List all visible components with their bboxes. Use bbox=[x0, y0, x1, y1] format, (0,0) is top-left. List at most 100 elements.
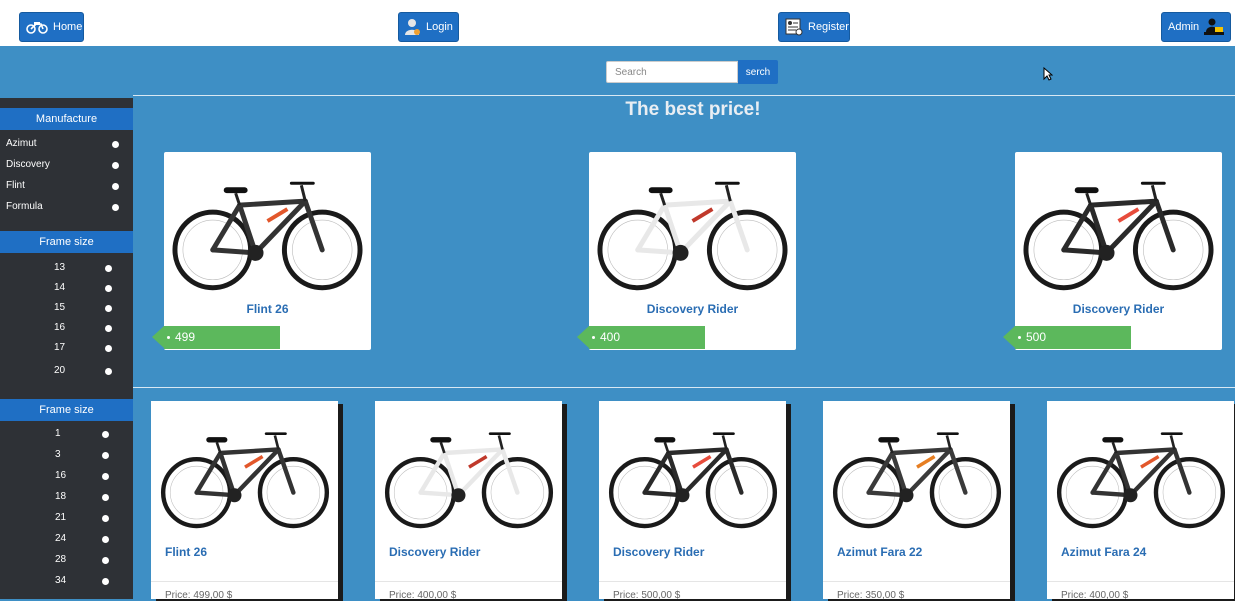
search-bar: serch bbox=[606, 60, 778, 84]
radio-dot-icon[interactable] bbox=[105, 345, 112, 352]
user-icon bbox=[405, 18, 421, 36]
filter-option[interactable]: 28 bbox=[0, 551, 133, 571]
product-title[interactable]: Discovery Rider bbox=[389, 545, 480, 559]
filter-option[interactable]: 16 bbox=[0, 319, 133, 339]
radio-dot-icon[interactable] bbox=[112, 183, 119, 190]
filter-option[interactable]: 15 bbox=[0, 299, 133, 319]
product-card[interactable]: Azimut Fara 24 Price: 400,00 $ bbox=[1047, 401, 1234, 601]
product-title[interactable]: Discovery Rider bbox=[1015, 302, 1222, 316]
frame-size-header: Frame size bbox=[0, 399, 133, 421]
product-title[interactable]: Flint 26 bbox=[164, 302, 371, 316]
radio-dot-icon[interactable] bbox=[112, 141, 119, 148]
section-divider bbox=[133, 387, 1235, 388]
bicycle-image bbox=[381, 415, 557, 535]
product-card[interactable]: Discovery Rider Price: 500,00 $ bbox=[599, 401, 786, 601]
filter-option[interactable]: 20 bbox=[0, 362, 133, 382]
filter-option[interactable]: Flint bbox=[0, 177, 133, 197]
product-title[interactable]: Flint 26 bbox=[165, 545, 207, 559]
radio-dot-icon[interactable] bbox=[102, 557, 109, 564]
radio-dot-icon[interactable] bbox=[102, 578, 109, 585]
register-button[interactable]: Register bbox=[778, 12, 850, 42]
product-price: Price: 350,00 $ bbox=[837, 590, 905, 601]
radio-dot-icon[interactable] bbox=[112, 204, 119, 211]
radio-dot-icon[interactable] bbox=[102, 536, 109, 543]
bicycle-image bbox=[593, 160, 792, 300]
home-label: Home bbox=[53, 21, 83, 33]
login-label: Login bbox=[426, 21, 453, 33]
bicycle-image bbox=[168, 160, 367, 300]
motorbike-icon bbox=[26, 20, 48, 34]
frame-size-header: Frame size bbox=[0, 231, 133, 253]
product-title[interactable]: Discovery Rider bbox=[589, 302, 796, 316]
search-input[interactable] bbox=[606, 61, 738, 83]
filter-option[interactable]: 24 bbox=[0, 530, 133, 550]
filter-option[interactable]: 34 bbox=[0, 572, 133, 592]
radio-dot-icon[interactable] bbox=[105, 265, 112, 272]
card-divider bbox=[599, 581, 786, 582]
search-button[interactable]: serch bbox=[738, 60, 778, 84]
manufacture-header: Manufacture bbox=[0, 108, 133, 130]
filter-option[interactable]: 13 bbox=[0, 259, 133, 279]
admin-desk-icon bbox=[1204, 18, 1225, 36]
radio-dot-icon[interactable] bbox=[112, 162, 119, 169]
product-title[interactable]: Discovery Rider bbox=[613, 545, 704, 559]
filter-option[interactable]: 21 bbox=[0, 509, 133, 529]
filter-option[interactable]: 1 bbox=[0, 425, 133, 445]
product-card[interactable]: Flint 26 Price: 499,00 $ bbox=[151, 401, 338, 601]
radio-dot-icon[interactable] bbox=[102, 515, 109, 522]
filter-option[interactable]: 17 bbox=[0, 339, 133, 359]
radio-dot-icon[interactable] bbox=[102, 452, 109, 459]
product-price: Price: 499,00 $ bbox=[165, 590, 233, 601]
bicycle-image bbox=[1053, 415, 1229, 535]
mouse-cursor-icon bbox=[1043, 66, 1054, 85]
filter-option[interactable]: Discovery bbox=[0, 156, 133, 176]
top-navbar: Home Login Register Admin bbox=[0, 0, 1235, 46]
page-headline: The best price! bbox=[625, 99, 761, 120]
section-divider bbox=[133, 95, 1235, 96]
bicycle-image bbox=[829, 415, 1005, 535]
product-price: Price: 400,00 $ bbox=[389, 590, 457, 601]
card-divider bbox=[151, 581, 338, 582]
filter-option[interactable]: 16 bbox=[0, 467, 133, 487]
card-divider bbox=[823, 581, 1010, 582]
product-title[interactable]: Azimut Fara 22 bbox=[837, 545, 922, 559]
featured-product-card[interactable]: Flint 26 499 bbox=[152, 152, 371, 350]
login-button[interactable]: Login bbox=[398, 12, 459, 42]
featured-product-card[interactable]: Discovery Rider 500 bbox=[1003, 152, 1222, 350]
card-divider bbox=[1047, 581, 1234, 582]
home-button[interactable]: Home bbox=[19, 12, 84, 42]
product-price: Price: 500,00 $ bbox=[613, 590, 681, 601]
radio-dot-icon[interactable] bbox=[105, 285, 112, 292]
card-divider bbox=[375, 581, 562, 582]
product-title[interactable]: Azimut Fara 24 bbox=[1061, 545, 1146, 559]
product-card[interactable]: Discovery Rider Price: 400,00 $ bbox=[375, 401, 562, 601]
price-tag: 400 bbox=[577, 326, 705, 349]
filter-option[interactable]: 3 bbox=[0, 446, 133, 466]
filter-sidebar: Manufacture Azimut Discovery Flint Formu… bbox=[0, 98, 133, 599]
price-value: 499 bbox=[175, 330, 196, 344]
admin-button[interactable]: Admin bbox=[1161, 12, 1231, 42]
filter-option[interactable]: Azimut bbox=[0, 135, 133, 155]
bicycle-image bbox=[157, 415, 333, 535]
radio-dot-icon[interactable] bbox=[102, 494, 109, 501]
register-form-icon bbox=[785, 18, 803, 36]
radio-dot-icon[interactable] bbox=[105, 305, 112, 312]
filter-option[interactable]: 18 bbox=[0, 488, 133, 508]
register-label: Register bbox=[808, 21, 849, 33]
product-price: Price: 400,00 $ bbox=[1061, 590, 1129, 601]
filter-option[interactable]: Formula bbox=[0, 198, 133, 218]
price-tag: 499 bbox=[152, 326, 280, 349]
radio-dot-icon[interactable] bbox=[105, 368, 112, 375]
radio-dot-icon[interactable] bbox=[102, 473, 109, 480]
price-tag: 500 bbox=[1003, 326, 1131, 349]
price-value: 400 bbox=[600, 330, 621, 344]
admin-label: Admin bbox=[1168, 21, 1200, 33]
product-card[interactable]: Azimut Fara 22 Price: 350,00 $ bbox=[823, 401, 1010, 601]
radio-dot-icon[interactable] bbox=[102, 431, 109, 438]
featured-product-card[interactable]: Discovery Rider 400 bbox=[577, 152, 796, 350]
price-value: 500 bbox=[1026, 330, 1047, 344]
bicycle-image bbox=[605, 415, 781, 535]
radio-dot-icon[interactable] bbox=[105, 325, 112, 332]
bicycle-image bbox=[1019, 160, 1218, 300]
filter-option[interactable]: 14 bbox=[0, 279, 133, 299]
